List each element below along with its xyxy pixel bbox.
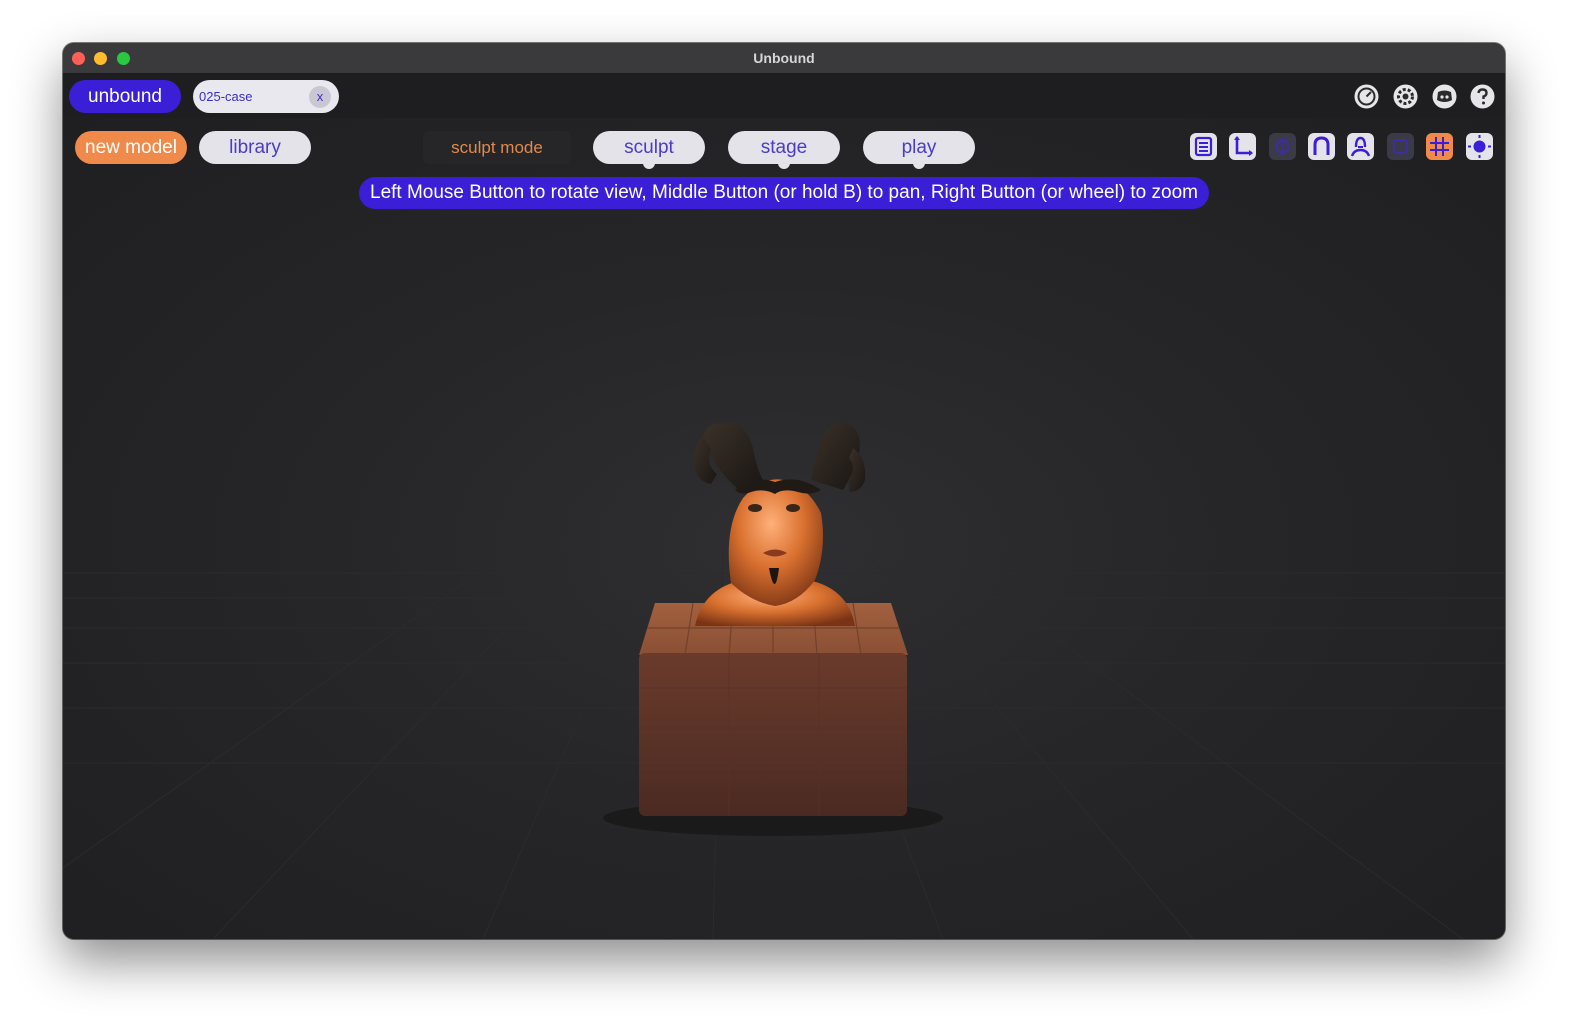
tab-stage[interactable]: stage: [728, 131, 840, 169]
3d-viewport[interactable]: [63, 118, 1505, 939]
block-front: [639, 653, 907, 816]
tab-sculpt-label: sculpt: [624, 137, 674, 158]
window-title: Unbound: [753, 50, 815, 66]
navigation-hint: Left Mouse Button to rotate view, Middle…: [359, 177, 1209, 209]
tab-play-label: play: [901, 137, 937, 158]
axes-icon[interactable]: [1229, 133, 1256, 160]
help-icon[interactable]: [1469, 83, 1496, 110]
library-button[interactable]: library: [199, 131, 311, 164]
tab-play[interactable]: play: [863, 131, 975, 169]
title-bar: Unbound: [63, 43, 1505, 74]
mode-label: sculpt mode: [423, 131, 571, 164]
bust-head: [728, 479, 823, 606]
light-icon[interactable]: [1466, 133, 1493, 160]
discord-icon[interactable]: [1431, 83, 1458, 110]
tab-sculpt[interactable]: sculpt: [593, 131, 705, 169]
performance-gauge-icon[interactable]: [1353, 83, 1380, 110]
magnet-icon[interactable]: [1308, 133, 1335, 160]
model-bust-icon[interactable]: [1347, 133, 1374, 160]
app-window: Unbound unbound 025-case x new model lib…: [63, 43, 1505, 939]
grid-icon[interactable]: [1426, 133, 1453, 160]
symmetry-icon[interactable]: [1269, 133, 1296, 160]
frame-icon[interactable]: [1387, 133, 1414, 160]
layers-panel-icon[interactable]: [1190, 133, 1217, 160]
settings-gear-icon[interactable]: [1392, 83, 1419, 110]
unbound-home-button[interactable]: unbound: [69, 80, 181, 113]
viewport-scene: [63, 422, 1505, 939]
tab-stage-label: stage: [760, 137, 808, 158]
close-file-tab-button[interactable]: x: [309, 86, 331, 108]
new-model-button[interactable]: new model: [75, 131, 187, 164]
